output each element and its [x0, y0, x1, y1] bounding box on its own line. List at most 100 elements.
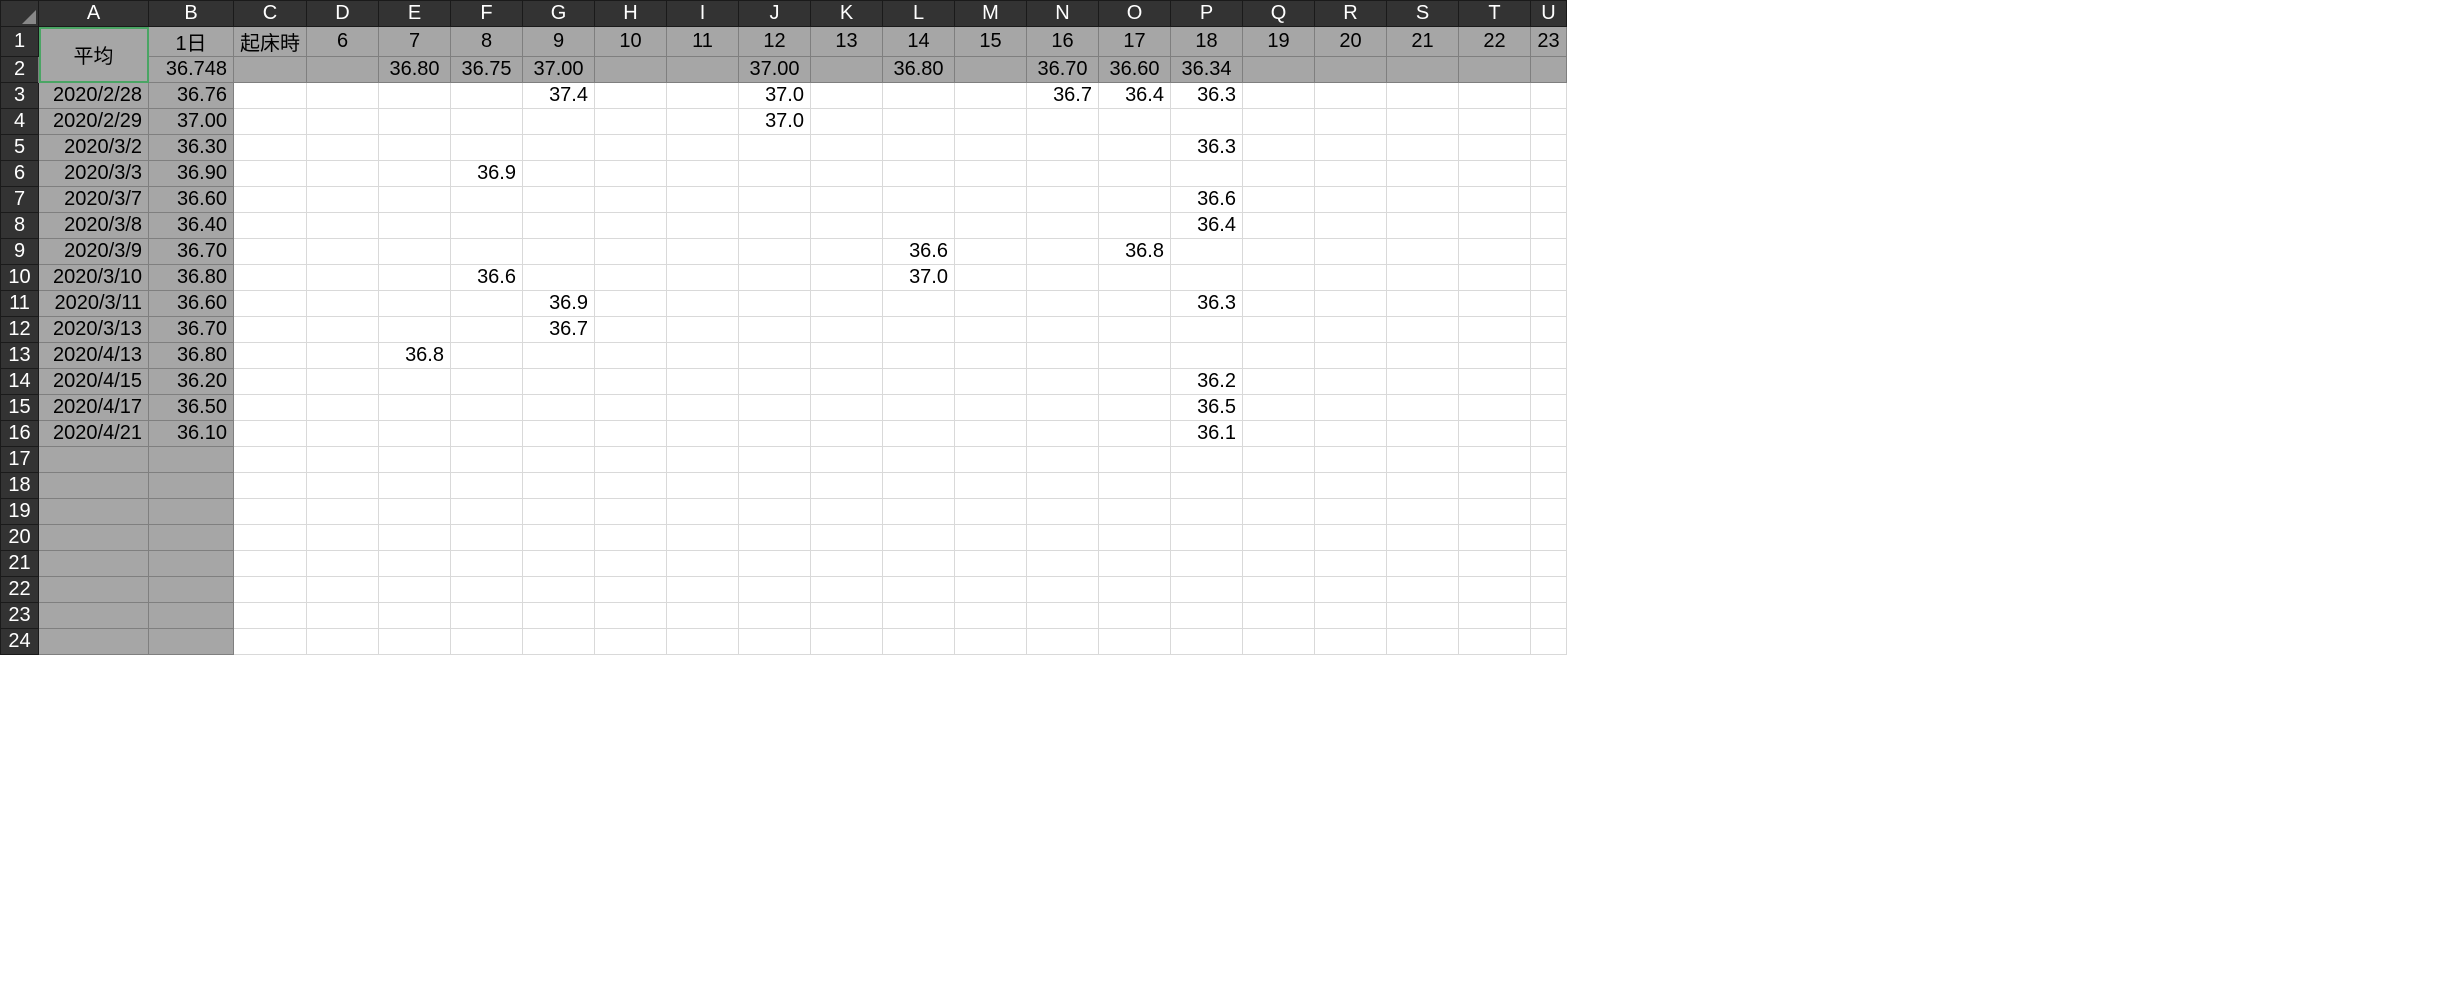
row-header-15[interactable]: 15 — [1, 395, 39, 421]
cell-A23[interactable] — [39, 603, 149, 629]
cell-H9[interactable] — [595, 239, 667, 265]
cell-D14[interactable] — [307, 369, 379, 395]
cell-Q16[interactable] — [1243, 421, 1315, 447]
cell-K1[interactable]: 13 — [811, 27, 883, 57]
cell-M4[interactable] — [955, 109, 1027, 135]
cell-L20[interactable] — [883, 525, 955, 551]
cell-N1[interactable]: 16 — [1027, 27, 1099, 57]
cell-O2[interactable]: 36.60 — [1099, 57, 1171, 83]
cell-M24[interactable] — [955, 629, 1027, 655]
cell-G12[interactable]: 36.7 — [523, 317, 595, 343]
cell-C24[interactable] — [234, 629, 307, 655]
cell-U23[interactable] — [1531, 603, 1567, 629]
cell-Q12[interactable] — [1243, 317, 1315, 343]
cell-T13[interactable] — [1459, 343, 1531, 369]
cell-I13[interactable] — [667, 343, 739, 369]
cell-T11[interactable] — [1459, 291, 1531, 317]
cell-E24[interactable] — [379, 629, 451, 655]
cell-Q22[interactable] — [1243, 577, 1315, 603]
cell-F15[interactable] — [451, 395, 523, 421]
cell-N18[interactable] — [1027, 473, 1099, 499]
cell-B2[interactable]: 36.748 — [149, 57, 234, 83]
cell-I2[interactable] — [667, 57, 739, 83]
cell-P14[interactable]: 36.2 — [1171, 369, 1243, 395]
cell-H24[interactable] — [595, 629, 667, 655]
cell-F5[interactable] — [451, 135, 523, 161]
cell-E11[interactable] — [379, 291, 451, 317]
cell-H2[interactable] — [595, 57, 667, 83]
cell-J11[interactable] — [739, 291, 811, 317]
cell-B16[interactable]: 36.10 — [149, 421, 234, 447]
cell-N16[interactable] — [1027, 421, 1099, 447]
cell-F3[interactable] — [451, 83, 523, 109]
cell-J6[interactable] — [739, 161, 811, 187]
cell-D6[interactable] — [307, 161, 379, 187]
cell-L19[interactable] — [883, 499, 955, 525]
cell-R2[interactable] — [1315, 57, 1387, 83]
cell-K2[interactable] — [811, 57, 883, 83]
cell-N15[interactable] — [1027, 395, 1099, 421]
cell-Q9[interactable] — [1243, 239, 1315, 265]
cell-U14[interactable] — [1531, 369, 1567, 395]
cell-S22[interactable] — [1387, 577, 1459, 603]
cell-R17[interactable] — [1315, 447, 1387, 473]
cell-I10[interactable] — [667, 265, 739, 291]
cell-N14[interactable] — [1027, 369, 1099, 395]
cell-H16[interactable] — [595, 421, 667, 447]
cell-F8[interactable] — [451, 213, 523, 239]
cell-N8[interactable] — [1027, 213, 1099, 239]
cell-U15[interactable] — [1531, 395, 1567, 421]
cell-I12[interactable] — [667, 317, 739, 343]
cell-T16[interactable] — [1459, 421, 1531, 447]
cell-I17[interactable] — [667, 447, 739, 473]
cell-G15[interactable] — [523, 395, 595, 421]
cell-M7[interactable] — [955, 187, 1027, 213]
cell-F23[interactable] — [451, 603, 523, 629]
cell-S15[interactable] — [1387, 395, 1459, 421]
cell-B14[interactable]: 36.20 — [149, 369, 234, 395]
column-header-D[interactable]: D — [307, 1, 379, 27]
cell-I23[interactable] — [667, 603, 739, 629]
cell-N3[interactable]: 36.7 — [1027, 83, 1099, 109]
cell-U2[interactable] — [1531, 57, 1567, 83]
cell-K14[interactable] — [811, 369, 883, 395]
cell-Q8[interactable] — [1243, 213, 1315, 239]
cell-T1[interactable]: 22 — [1459, 27, 1531, 57]
cell-T7[interactable] — [1459, 187, 1531, 213]
cell-A3[interactable]: 2020/2/28 — [39, 83, 149, 109]
cell-N9[interactable] — [1027, 239, 1099, 265]
cell-P3[interactable]: 36.3 — [1171, 83, 1243, 109]
cell-R11[interactable] — [1315, 291, 1387, 317]
cell-K20[interactable] — [811, 525, 883, 551]
cell-Q10[interactable] — [1243, 265, 1315, 291]
cell-H5[interactable] — [595, 135, 667, 161]
cell-J1[interactable]: 12 — [739, 27, 811, 57]
cell-G22[interactable] — [523, 577, 595, 603]
cell-C3[interactable] — [234, 83, 307, 109]
cell-H21[interactable] — [595, 551, 667, 577]
cell-L21[interactable] — [883, 551, 955, 577]
cell-P8[interactable]: 36.4 — [1171, 213, 1243, 239]
cell-F18[interactable] — [451, 473, 523, 499]
cell-D2[interactable] — [307, 57, 379, 83]
cell-M14[interactable] — [955, 369, 1027, 395]
cell-J8[interactable] — [739, 213, 811, 239]
cell-R16[interactable] — [1315, 421, 1387, 447]
cell-J13[interactable] — [739, 343, 811, 369]
cell-S19[interactable] — [1387, 499, 1459, 525]
cell-R10[interactable] — [1315, 265, 1387, 291]
cell-O8[interactable] — [1099, 213, 1171, 239]
cell-H10[interactable] — [595, 265, 667, 291]
cell-E9[interactable] — [379, 239, 451, 265]
cell-A20[interactable] — [39, 525, 149, 551]
cell-L15[interactable] — [883, 395, 955, 421]
column-header-K[interactable]: K — [811, 1, 883, 27]
cell-A16[interactable]: 2020/4/21 — [39, 421, 149, 447]
cell-C13[interactable] — [234, 343, 307, 369]
cell-E6[interactable] — [379, 161, 451, 187]
cell-E16[interactable] — [379, 421, 451, 447]
cell-C7[interactable] — [234, 187, 307, 213]
cell-F4[interactable] — [451, 109, 523, 135]
cell-G1[interactable]: 9 — [523, 27, 595, 57]
cell-G17[interactable] — [523, 447, 595, 473]
